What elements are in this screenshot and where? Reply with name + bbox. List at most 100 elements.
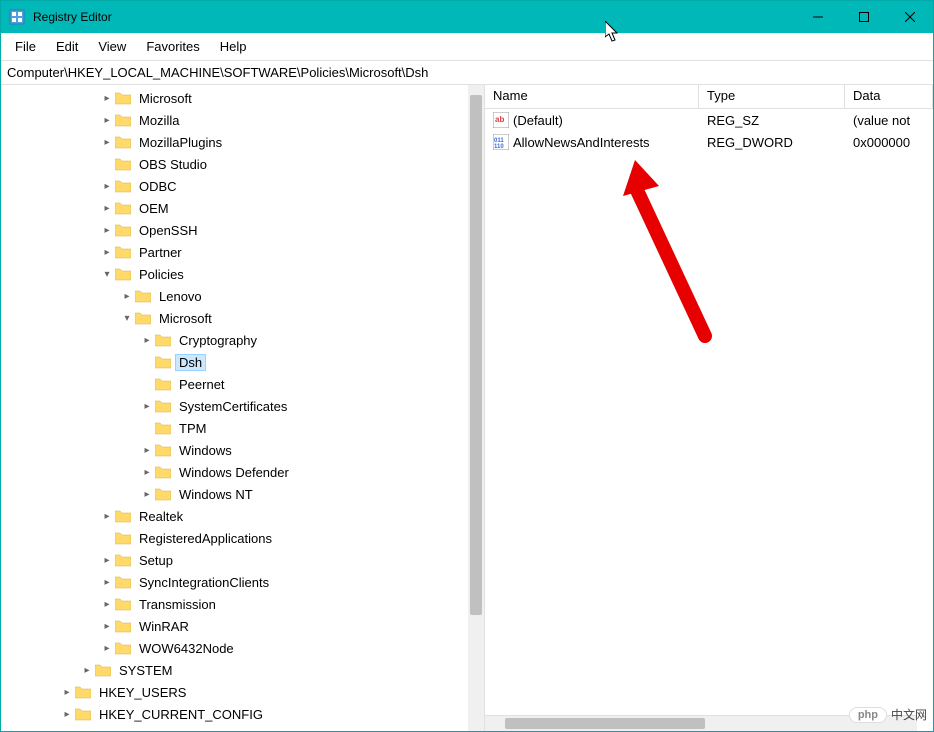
tree-pane[interactable]: ▸Microsoft▸Mozilla▸MozillaPluginsOBS Stu… — [1, 85, 485, 731]
chevron-right-icon[interactable]: ▸ — [59, 687, 75, 698]
folder-icon — [115, 201, 131, 215]
chevron-right-icon[interactable]: ▸ — [139, 467, 155, 478]
tree-item[interactable]: ▸WOW6432Node — [1, 637, 484, 659]
chevron-right-icon[interactable]: ▸ — [99, 511, 115, 522]
tree-item[interactable]: ▸ ODBC — [1, 175, 484, 197]
menu-view[interactable]: View — [88, 35, 136, 58]
col-header-name[interactable]: Name — [485, 85, 699, 108]
reg-dword-icon — [493, 134, 509, 150]
tree-item[interactable]: ▸Windows — [1, 439, 484, 461]
tree-item[interactable]: Peernet — [1, 373, 484, 395]
tree-item[interactable]: ▸ Realtek — [1, 505, 484, 527]
chevron-right-icon[interactable]: ▸ — [119, 291, 135, 302]
tree-item[interactable]: ▸Mozilla — [1, 109, 484, 131]
tree-item[interactable]: TPM — [1, 417, 484, 439]
tree-item[interactable]: ▾Microsoft — [1, 307, 484, 329]
chevron-right-icon[interactable]: ▸ — [79, 665, 95, 676]
tree-item[interactable]: ▸OpenSSH — [1, 219, 484, 241]
tree-item[interactable]: ▸MozillaPlugins — [1, 131, 484, 153]
chevron-right-icon[interactable]: ▸ — [99, 643, 115, 654]
tree-scroll-thumb[interactable] — [470, 95, 482, 615]
tree-item[interactable]: ▸Windows NT — [1, 483, 484, 505]
chevron-right-icon[interactable]: ▸ — [99, 621, 115, 632]
folder-icon — [155, 377, 171, 391]
chevron-right-icon[interactable]: ▸ — [99, 225, 115, 236]
chevron-right-icon[interactable]: ▸ — [99, 115, 115, 126]
tree-item[interactable]: ▸ Windows Defender — [1, 461, 484, 483]
tree-item[interactable]: ▸HKEY_CURRENT_CONFIG — [1, 703, 484, 725]
value-pane[interactable]: Name Type Data (Default)REG_SZ(value not… — [485, 85, 933, 731]
tree-item[interactable]: ▸Cryptography — [1, 329, 484, 351]
tree-item[interactable]: ▸SYSTEM — [1, 659, 484, 681]
chevron-right-icon[interactable]: ▸ — [59, 709, 75, 720]
tree-item[interactable]: ▸SystemCertificates — [1, 395, 484, 417]
folder-icon — [115, 135, 131, 149]
chevron-right-icon[interactable]: ▸ — [99, 599, 115, 610]
chevron-right-icon[interactable]: ▸ — [99, 577, 115, 588]
col-header-type[interactable]: Type — [699, 85, 845, 108]
tree-item[interactable]: ▸Microsoft — [1, 87, 484, 109]
tree-item-label: Setup — [135, 552, 177, 569]
chevron-right-icon[interactable]: ▸ — [99, 181, 115, 192]
tree-item[interactable]: ▸Partner — [1, 241, 484, 263]
chevron-right-icon[interactable]: ▸ — [99, 247, 115, 258]
tree-scrollbar[interactable] — [468, 85, 484, 731]
folder-icon — [135, 289, 151, 303]
menu-favorites[interactable]: Favorites — [136, 35, 209, 58]
tree-item[interactable]: ▸OEM — [1, 197, 484, 219]
chevron-right-icon[interactable]: ▸ — [139, 401, 155, 412]
chevron-right-icon[interactable]: ▸ — [139, 445, 155, 456]
chevron-right-icon[interactable]: ▸ — [139, 335, 155, 346]
tree-item[interactable]: Dsh — [1, 351, 484, 373]
value-data: 0x000000 — [845, 134, 933, 151]
tree-item[interactable]: ▸ HKEY_USERS — [1, 681, 484, 703]
tree-item[interactable]: ▸ Setup — [1, 549, 484, 571]
col-header-data[interactable]: Data — [845, 85, 933, 108]
tree-item-label: SyncIntegrationClients — [135, 574, 273, 591]
value-name: (Default) — [513, 113, 563, 128]
tree-item-label: Realtek — [135, 508, 187, 525]
tree-item-label: WinRAR — [135, 618, 193, 635]
titlebar[interactable]: Registry Editor — [1, 1, 933, 33]
chevron-right-icon[interactable]: ▸ — [99, 203, 115, 214]
chevron-right-icon[interactable]: ▸ — [99, 93, 115, 104]
address-bar[interactable]: Computer\HKEY_LOCAL_MACHINE\SOFTWARE\Pol… — [1, 61, 933, 85]
value-row[interactable]: AllowNewsAndInterestsREG_DWORD0x000000 — [485, 131, 933, 153]
chevron-right-icon[interactable]: ▸ — [139, 489, 155, 500]
tree-item-label: TPM — [175, 420, 210, 437]
value-hscrollbar[interactable] — [485, 715, 917, 731]
menu-help[interactable]: Help — [210, 35, 257, 58]
maximize-button[interactable] — [841, 1, 887, 33]
tree-item-label: Transmission — [135, 596, 220, 613]
tree-item-label: Lenovo — [155, 288, 206, 305]
folder-icon — [115, 597, 131, 611]
chevron-down-icon[interactable]: ▾ — [119, 313, 135, 324]
tree-item[interactable]: ▾Policies — [1, 263, 484, 285]
folder-icon — [75, 707, 91, 721]
chevron-down-icon[interactable]: ▾ — [99, 269, 115, 280]
tree-item[interactable]: ▸ Lenovo — [1, 285, 484, 307]
tree-item[interactable]: ▸ Transmission — [1, 593, 484, 615]
folder-icon — [155, 333, 171, 347]
registry-editor-window: Registry Editor File Edit View Favorites… — [0, 0, 934, 732]
menu-file[interactable]: File — [5, 35, 46, 58]
chevron-right-icon[interactable]: ▸ — [99, 137, 115, 148]
tree-item[interactable]: ▸ WinRAR — [1, 615, 484, 637]
value-row[interactable]: (Default)REG_SZ(value not — [485, 109, 933, 131]
tree-item[interactable]: ▸ SyncIntegrationClients — [1, 571, 484, 593]
tree-item-label: Windows Defender — [175, 464, 293, 481]
folder-icon — [115, 641, 131, 655]
tree-item[interactable]: RegisteredApplications — [1, 527, 484, 549]
folder-icon — [115, 91, 131, 105]
minimize-button[interactable] — [795, 1, 841, 33]
value-list-header: Name Type Data — [485, 85, 933, 109]
tree-item-label: HKEY_USERS — [95, 684, 190, 701]
tree-item[interactable]: OBS Studio — [1, 153, 484, 175]
chevron-right-icon[interactable]: ▸ — [99, 555, 115, 566]
value-name: AllowNewsAndInterests — [513, 135, 650, 150]
menu-edit[interactable]: Edit — [46, 35, 88, 58]
value-hscroll-thumb[interactable] — [505, 718, 705, 729]
reg-string-icon — [493, 112, 509, 128]
tree-item-label: ODBC — [135, 178, 181, 195]
close-button[interactable] — [887, 1, 933, 33]
